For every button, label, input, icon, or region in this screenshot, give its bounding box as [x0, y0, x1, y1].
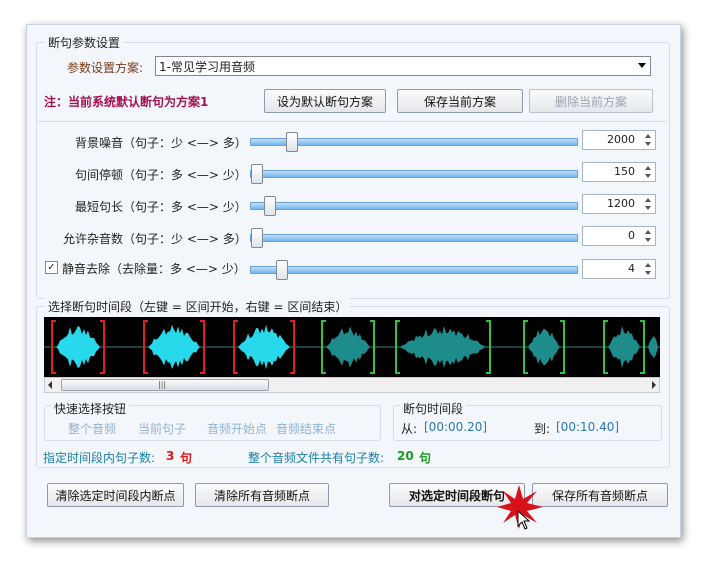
slider-label: 最短句长（句子：多 <—> 少）	[75, 200, 247, 214]
value-spinner[interactable]: 0	[582, 226, 656, 246]
waveform-segment	[400, 325, 486, 369]
total-count-label: 整个音频文件共有句子数:	[248, 451, 385, 465]
quick-select-title: 快速选择按钮	[51, 400, 130, 417]
slider-thumb[interactable]	[264, 196, 276, 216]
waveform-view[interactable]	[44, 317, 660, 377]
dialog-window: 断句参数设置 参数设置方案: 1-常见学习用音频 注：当前系统默认断句为方案1 …	[26, 24, 681, 538]
spin-up-icon[interactable]	[645, 134, 651, 138]
time-range-title: 断句时间段	[400, 400, 467, 417]
time-from-value: [00:00.20]	[424, 420, 488, 434]
scroll-right-icon[interactable]	[652, 381, 656, 389]
slider-thumb[interactable]	[286, 132, 298, 152]
grip-icon: |||	[158, 380, 167, 389]
spin-up-icon[interactable]	[645, 166, 651, 170]
range-count-label: 指定时间段内句子数:	[43, 451, 156, 465]
total-count-unit: 句	[419, 451, 432, 465]
slider-label: 句间停顿（句子：多 <—> 少）	[75, 168, 247, 182]
params-separator	[37, 121, 667, 122]
value-spinner[interactable]: 2000	[582, 130, 656, 150]
spinner-value: 4	[628, 262, 635, 275]
spin-down-icon[interactable]	[645, 206, 651, 210]
segment-group-title: 选择断句时间段（左键 = 区间开始，右键 = 区间结束）	[45, 298, 351, 315]
spinner-value: 0	[628, 229, 635, 242]
slider-thumb[interactable]	[276, 260, 288, 280]
slider-track[interactable]	[250, 132, 578, 152]
params-group-title: 断句参数设置	[45, 34, 124, 51]
waveform-segment	[648, 335, 658, 359]
spin-down-icon[interactable]	[645, 238, 651, 242]
quick-whole-audio[interactable]: 整个音频	[68, 420, 116, 437]
silence-removal-checkbox[interactable]: ✓	[45, 261, 58, 274]
quick-audio-end[interactable]: 音频结束点	[276, 420, 336, 437]
slider-label: 背景噪音（句子：少 <—> 多）	[75, 136, 247, 150]
value-spinner[interactable]: 150	[582, 162, 656, 182]
default-scheme-note: 注：当前系统默认断句为方案1	[44, 95, 209, 109]
spinner-value: 2000	[607, 133, 635, 146]
range-count-unit: 句	[180, 451, 193, 465]
slider-track[interactable]	[250, 196, 578, 216]
clear-all-breakpoints-button[interactable]: 清除所有音频断点	[195, 483, 329, 507]
set-default-scheme-button[interactable]: 设为默认断句方案	[264, 89, 386, 113]
scheme-select[interactable]: 1-常见学习用音频	[155, 56, 651, 76]
quick-audio-start[interactable]: 音频开始点	[207, 420, 267, 437]
spinner-value: 150	[614, 165, 635, 178]
waveform-segment	[238, 324, 290, 370]
scroll-thumb[interactable]: |||	[61, 379, 269, 391]
slider-track[interactable]	[250, 228, 578, 248]
spin-down-icon[interactable]	[645, 174, 651, 178]
spin-down-icon[interactable]	[645, 271, 651, 275]
waveform-segment	[148, 324, 200, 370]
spinner-value: 1200	[607, 197, 635, 210]
mouse-cursor-icon	[517, 510, 531, 530]
waveform-scrollbar[interactable]: |||	[44, 377, 660, 393]
delete-current-scheme-button[interactable]: 删除当前方案	[529, 89, 653, 113]
slider-label: 允许杂音数（句子：少 <—> 多）	[63, 232, 247, 246]
slider-thumb[interactable]	[251, 164, 263, 184]
range-count-value: 3	[166, 449, 175, 463]
waveform-segment	[56, 325, 100, 369]
slider-label: 静音去除（去除量：多 <—> 少）	[62, 262, 246, 276]
slider-track[interactable]	[250, 260, 578, 280]
quick-current-sentence[interactable]: 当前句子	[138, 420, 186, 437]
chevron-down-icon	[638, 63, 646, 68]
spin-up-icon[interactable]	[645, 198, 651, 202]
total-count-value: 20	[397, 449, 414, 463]
save-all-breakpoints-button[interactable]: 保存所有音频断点	[532, 483, 668, 507]
scheme-label: 参数设置方案:	[67, 61, 144, 75]
time-to-value: [00:10.40]	[556, 420, 620, 434]
value-spinner[interactable]: 4	[582, 259, 656, 279]
waveform-segment	[608, 326, 640, 368]
waveform-segment	[528, 328, 560, 366]
spin-up-icon[interactable]	[645, 230, 651, 234]
slider-thumb[interactable]	[251, 228, 263, 248]
spin-up-icon[interactable]	[645, 263, 651, 267]
clear-range-breakpoints-button[interactable]: 清除选定时间段内断点	[47, 483, 184, 507]
save-current-scheme-button[interactable]: 保存当前方案	[397, 89, 523, 113]
scheme-select-value: 1-常见学习用音频	[159, 60, 255, 74]
slider-track[interactable]	[250, 164, 578, 184]
time-from-label: 从:	[401, 422, 418, 436]
value-spinner[interactable]: 1200	[582, 194, 656, 214]
spin-down-icon[interactable]	[645, 142, 651, 146]
waveform-segment	[326, 326, 370, 368]
time-to-label: 到:	[534, 422, 551, 436]
scroll-left-icon[interactable]	[48, 381, 52, 389]
